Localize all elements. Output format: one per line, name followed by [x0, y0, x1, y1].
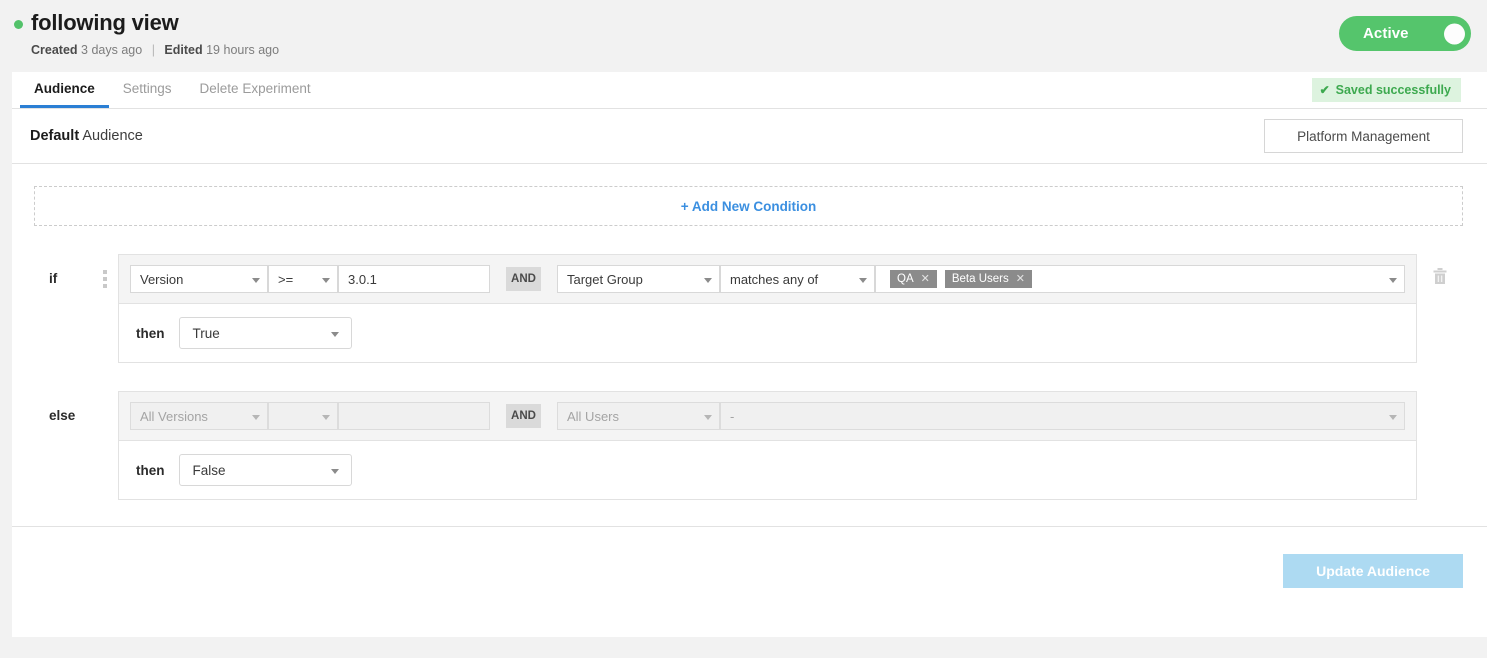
chevron-down-icon: [1389, 278, 1397, 283]
version-operator-select[interactable]: >=: [268, 265, 338, 293]
tab-audience[interactable]: Audience: [20, 72, 109, 108]
active-toggle-label: Active: [1363, 25, 1409, 42]
tag-item[interactable]: Beta Users ✕: [944, 270, 1032, 288]
rule-if-box: Version >= 3.0.1 AND Target Group matche…: [118, 254, 1417, 363]
trash-icon: [1433, 268, 1447, 284]
delete-condition-button[interactable]: [1417, 254, 1463, 285]
rule-if: if Version >= 3.0.1 AND Target Group mat…: [34, 254, 1463, 363]
target-group-tags-select[interactable]: QA ✕ Beta Users ✕: [875, 265, 1405, 293]
then-value-select-true[interactable]: True: [178, 317, 352, 349]
rule-else: else All Versions AND All Users - then F…: [34, 391, 1463, 500]
tag-label: QA: [897, 273, 914, 285]
version-attribute-value: Version: [140, 271, 184, 287]
rule-else-label: else: [49, 408, 76, 423]
page-root: following view Created 3 days ago | Edit…: [0, 0, 1487, 658]
chevron-down-icon: [704, 415, 712, 420]
rule-else-then: then False: [119, 441, 1416, 499]
chevron-down-icon: [322, 278, 330, 283]
rule-if-then: then True: [119, 304, 1416, 362]
then-value-true: True: [192, 325, 220, 341]
chevron-down-icon: [330, 332, 339, 337]
chevron-down-icon: [704, 278, 712, 283]
tab-settings[interactable]: Settings: [109, 72, 186, 108]
target-group-attribute-select[interactable]: Target Group: [557, 265, 720, 293]
drag-handle-placeholder: [92, 391, 118, 407]
chevron-down-icon: [322, 415, 330, 420]
created-label: Created: [31, 43, 78, 57]
target-group-attribute-value: Target Group: [567, 271, 643, 287]
active-status-toggle[interactable]: Active: [1339, 16, 1471, 51]
title-row: following view: [0, 10, 1487, 36]
tag-remove-icon[interactable]: ✕: [921, 273, 930, 285]
audience-title-rest: Audience: [79, 128, 143, 144]
chevron-down-icon: [252, 415, 260, 420]
else-target-attribute-select: All Users: [557, 402, 720, 430]
rule-if-conditions: Version >= 3.0.1 AND Target Group matche…: [119, 255, 1416, 304]
rule-else-conditions: All Versions AND All Users -: [119, 392, 1416, 441]
page-header: following view Created 3 days ago | Edit…: [0, 0, 1487, 72]
version-value-text: 3.0.1: [348, 271, 377, 287]
else-then-label: then: [136, 462, 165, 478]
else-version-operator-select: [268, 402, 338, 430]
tag-remove-icon[interactable]: ✕: [1016, 273, 1025, 285]
else-version-attribute-value: All Versions: [140, 408, 208, 424]
else-and-conjunction-badge: AND: [506, 404, 541, 428]
add-new-condition-button[interactable]: + Add New Condition: [34, 186, 1463, 226]
tab-settings-label: Settings: [122, 81, 172, 96]
else-version-value-input: [338, 402, 490, 430]
target-group-match-value: matches any of: [730, 271, 819, 287]
toggle-knob-icon: [1444, 23, 1465, 44]
else-target-value-text: -: [730, 408, 735, 424]
tag-item[interactable]: QA ✕: [890, 270, 937, 288]
update-audience-button[interactable]: Update Audience: [1283, 554, 1463, 588]
rule-else-box: All Versions AND All Users - then False: [118, 391, 1417, 500]
platform-management-button[interactable]: Platform Management: [1264, 119, 1463, 153]
else-version-attribute-select: All Versions: [130, 402, 268, 430]
delete-condition-placeholder: [1417, 391, 1463, 405]
then-value-select-false[interactable]: False: [178, 454, 352, 486]
version-attribute-select[interactable]: Version: [130, 265, 268, 293]
page-title: following view: [31, 10, 179, 35]
version-value-input[interactable]: 3.0.1: [338, 265, 490, 293]
edited-value: 19 hours ago: [206, 43, 280, 57]
tab-list: Audience Settings Delete Experiment: [12, 72, 325, 108]
rule-if-label: if: [49, 271, 58, 286]
status-dot-icon: [14, 19, 23, 29]
else-target-value-select: -: [720, 402, 1405, 430]
tab-delete-experiment-label: Delete Experiment: [199, 81, 311, 96]
saved-status-badge: ✔ Saved successfully: [1311, 78, 1461, 102]
then-value-false: False: [192, 462, 226, 478]
tab-bar: Audience Settings Delete Experiment ✔ Sa…: [12, 72, 1487, 109]
else-target-attribute-value: All Users: [567, 408, 620, 424]
version-operator-value: >=: [278, 271, 294, 287]
page-meta: Created 3 days ago | Edited 19 hours ago: [0, 43, 1487, 58]
and-conjunction-badge[interactable]: AND: [506, 267, 541, 291]
tab-audience-label: Audience: [34, 81, 95, 96]
audience-title-bold: Default: [30, 128, 80, 144]
tag-label: Beta Users: [951, 273, 1009, 285]
chevron-down-icon: [252, 278, 260, 283]
chevron-down-icon: [859, 278, 867, 283]
chevron-down-icon: [1389, 415, 1397, 420]
audience-body: + Add New Condition if Version >= 3.0.1 …: [12, 164, 1487, 527]
created-value: 3 days ago: [81, 43, 143, 57]
check-icon: ✔: [1319, 83, 1330, 97]
meta-separator: |: [151, 43, 155, 57]
then-label: then: [136, 325, 165, 341]
chevron-down-icon: [330, 469, 339, 474]
tab-delete-experiment[interactable]: Delete Experiment: [186, 72, 325, 108]
audience-header: Default Audience Platform Management: [12, 109, 1487, 164]
target-group-match-select[interactable]: matches any of: [720, 265, 875, 293]
drag-handle-icon[interactable]: [92, 254, 118, 288]
edited-label: Edited: [164, 43, 203, 57]
audience-title: Default Audience: [12, 128, 143, 144]
tag-list: QA ✕ Beta Users ✕: [885, 270, 1032, 288]
saved-status-label: Saved successfully: [1335, 83, 1451, 97]
page-footer: Update Audience: [12, 527, 1487, 637]
